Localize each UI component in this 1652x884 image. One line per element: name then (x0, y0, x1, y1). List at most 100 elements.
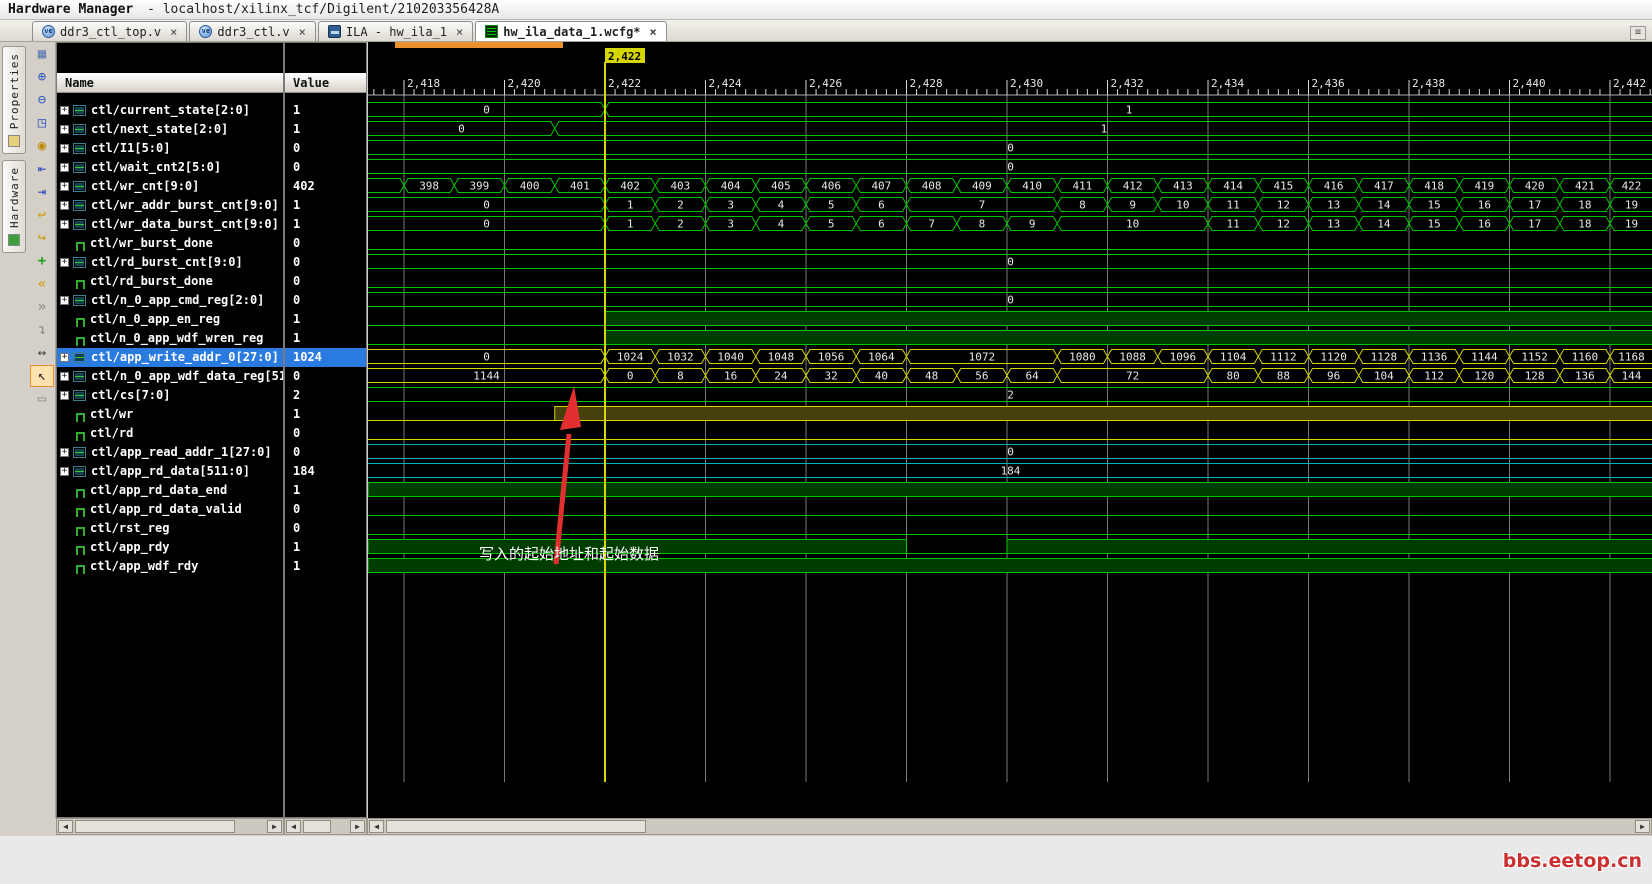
select-pointer-icon[interactable]: ↖ (30, 365, 54, 387)
scroll-right-icon[interactable]: ▶ (350, 820, 365, 833)
wave-ctl-cs-7-0-[interactable]: 2 (368, 387, 1652, 402)
expand-icon[interactable]: + (60, 201, 69, 210)
signal-row[interactable]: ctl/app_rd_data_end (57, 481, 283, 500)
scroll-left-icon[interactable]: ◀ (286, 820, 301, 833)
signal-row[interactable]: ctl/app_rdy (57, 538, 283, 557)
waveform-viewer[interactable]: 2,418 2,420 2,422 2,424 2,426 2,428 2,430 2,432… (367, 42, 1652, 818)
snap-mode-icon[interactable]: ▭ (30, 388, 54, 410)
expand-icon[interactable]: + (60, 125, 69, 134)
signal-row[interactable]: + ctl/app_rd_data[511:0] (57, 462, 283, 481)
wave-ctl-app_write_addr_0-27-0-[interactable]: 0 1024 1032 1040 1048 1056 1064 1072 1080 1088 109… (368, 349, 1652, 364)
tab-close-icon[interactable]: × (456, 25, 463, 39)
expand-icon[interactable]: + (60, 182, 69, 191)
collapse-icon[interactable]: ↴ (30, 319, 54, 341)
scroll-left-icon[interactable]: ◀ (369, 820, 384, 833)
save-waveform-icon[interactable]: ▦ (30, 43, 54, 65)
signal-row[interactable]: ctl/n_0_app_en_reg (57, 310, 283, 329)
signal-row[interactable]: ctl/app_wdf_rdy (57, 557, 283, 576)
tab-close-icon[interactable]: × (299, 25, 306, 39)
value-panel-scrollbar[interactable]: ◀ ▶ (284, 818, 367, 835)
expand-icon[interactable]: + (60, 372, 69, 381)
zoom-out-icon[interactable]: ⊖ (30, 89, 54, 111)
tab-close-icon[interactable]: × (170, 25, 177, 39)
wave-ctl-next_state-2-0-[interactable]: 01 (368, 121, 1652, 136)
signal-row[interactable]: + ctl/wr_data_burst_cnt[9:0] (57, 215, 283, 234)
signal-row[interactable]: ctl/wr (57, 405, 283, 424)
signal-row[interactable]: ctl/rd_burst_done (57, 272, 283, 291)
signal-row[interactable]: + ctl/app_write_addr_0[27:0] (57, 348, 283, 367)
signal-row[interactable]: + ctl/next_state[2:0] (57, 120, 283, 139)
wave-ctl-wr[interactable] (368, 406, 1652, 421)
name-panel-scrollbar[interactable]: ◀ ▶ (56, 818, 284, 835)
zoom-in-icon[interactable]: ⊕ (30, 66, 54, 88)
expand-icon[interactable]: + (60, 448, 69, 457)
wave-ctl-app_read_addr_1-27-0-[interactable]: 0 (368, 444, 1652, 459)
insert-after-icon[interactable]: » (30, 296, 54, 318)
wave-ctl-rd_burst_cnt-9-0-[interactable]: 0 (368, 254, 1652, 269)
add-signal-icon[interactable]: + (30, 250, 54, 272)
scroll-thumb[interactable] (386, 820, 646, 833)
scroll-thumb[interactable] (75, 820, 235, 833)
tab-ddr3_ctl.v[interactable]: ve ddr3_ctl.v × (189, 21, 316, 41)
wave-ctl-wait_cnt2-5-0-[interactable]: 0 (368, 159, 1652, 174)
signal-row[interactable]: + ctl/rd_burst_cnt[9:0] (57, 253, 283, 272)
signal-row[interactable]: ctl/rd (57, 424, 283, 443)
wave-ctl-current_state-2-0-[interactable]: 01 (368, 102, 1652, 117)
expand-icon[interactable]: + (60, 353, 69, 362)
wave-ctl-app_rd_data-511-0-[interactable]: 184 (368, 463, 1652, 478)
wave-ctl-n_0_app_en_reg[interactable] (368, 311, 1652, 326)
signal-row[interactable]: + ctl/wr_cnt[9:0] (57, 177, 283, 196)
signal-row[interactable]: + ctl/n_0_app_cmd_reg[2:0] (57, 291, 283, 310)
tab-ddr3_ctl_top.v[interactable]: ve ddr3_ctl_top.v × (32, 21, 188, 41)
expand-icon[interactable]: + (60, 220, 69, 229)
expand-icon[interactable]: + (60, 467, 69, 476)
side-tab-properties[interactable]: Properties (2, 46, 26, 155)
signal-name: ctl/wr_data_burst_cnt[9:0] (91, 217, 279, 231)
signal-row[interactable]: + ctl/current_state[2:0] (57, 101, 283, 120)
insert-before-icon[interactable]: « (30, 273, 54, 295)
wave-ctl-n_0_app_wdf_data_reg-511-0-[interactable]: 1144 0 8 16 24 32 40 48 56 64 72 80 88 96 104 112 120 128… (368, 368, 1652, 383)
previous-transition-icon[interactable]: ↩ (30, 204, 54, 226)
expand-icon[interactable]: + (60, 391, 69, 400)
scroll-right-icon[interactable]: ▶ (1635, 820, 1650, 833)
measure-icon[interactable]: ↔ (30, 342, 54, 364)
wave-ctl-I1-5-0-[interactable]: 0 (368, 140, 1652, 155)
expand-icon[interactable]: + (60, 163, 69, 172)
expand-icon[interactable]: + (60, 144, 69, 153)
tab-hw_ila_data_1.wcfg-[interactable]: hw_ila_data_1.wcfg* × (475, 21, 667, 41)
signal-name: ctl/wr (90, 407, 134, 421)
wave-ctl-wr_cnt-9-0-[interactable]: 398 399 400 401 402 403 404 405 406 407 408 409 410 4… (368, 178, 1652, 193)
signal-row[interactable]: + ctl/I1[5:0] (57, 139, 283, 158)
zoom-fit-icon[interactable]: ◳ (30, 112, 54, 134)
wave-ctl-wr_data_burst_cnt-9-0-[interactable]: 0 1 2 3 4 5 6 7 8 9 10 11 12 13 14 15 16 17 18 19 (368, 216, 1652, 231)
signal-row[interactable]: + ctl/n_0_app_wdf_data_reg[511:0] (57, 367, 283, 386)
scroll-left-icon[interactable]: ◀ (58, 820, 73, 833)
wave-ctl-n_0_app_wdf_wren_reg[interactable] (368, 330, 1652, 345)
expand-icon[interactable]: + (60, 106, 69, 115)
waveform-scrollbar[interactable]: ◀ ▶ (367, 818, 1652, 835)
next-transition-icon[interactable]: ↪ (30, 227, 54, 249)
tab-close-icon[interactable]: × (650, 25, 657, 39)
scroll-right-icon[interactable]: ▶ (267, 820, 282, 833)
go-to-start-icon[interactable]: ⇤ (30, 158, 54, 180)
go-to-end-icon[interactable]: ⇥ (30, 181, 54, 203)
wave-ctl-n_0_app_cmd_reg-2-0-[interactable]: 0 (368, 292, 1652, 307)
signal-row[interactable]: ctl/app_rd_data_valid (57, 500, 283, 519)
zoom-range-icon[interactable]: ◉ (30, 135, 54, 157)
signal-row[interactable]: ctl/rst_reg (57, 519, 283, 538)
signal-row[interactable]: + ctl/app_read_addr_1[27:0] (57, 443, 283, 462)
wave-canvas[interactable]: 2,418 2,420 2,422 2,424 2,426 2,428 2,430 2,432… (368, 42, 1652, 818)
expand-icon[interactable]: + (60, 258, 69, 267)
signal-row[interactable]: + ctl/wr_addr_burst_cnt[9:0] (57, 196, 283, 215)
tab-overflow-icon[interactable]: ≡ (1630, 26, 1646, 40)
side-tab-hardware[interactable]: Hardware (2, 160, 26, 253)
signal-row[interactable]: + ctl/cs[7:0] (57, 386, 283, 405)
wave-ctl-wr_addr_burst_cnt-9-0-[interactable]: 0 1 2 3 4 5 6 7 8 9 10 11 12 13 14 15 16 17 18 19 (368, 197, 1652, 212)
scroll-thumb[interactable] (303, 820, 331, 833)
tab-ILA-hw_ila_1[interactable]: ILA - hw_ila_1 × (317, 21, 474, 41)
ruler-tick-label: 2,422 (608, 77, 641, 90)
signal-row[interactable]: + ctl/wait_cnt2[5:0] (57, 158, 283, 177)
signal-row[interactable]: ctl/n_0_app_wdf_wren_reg (57, 329, 283, 348)
expand-icon[interactable]: + (60, 296, 69, 305)
signal-row[interactable]: ctl/wr_burst_done (57, 234, 283, 253)
